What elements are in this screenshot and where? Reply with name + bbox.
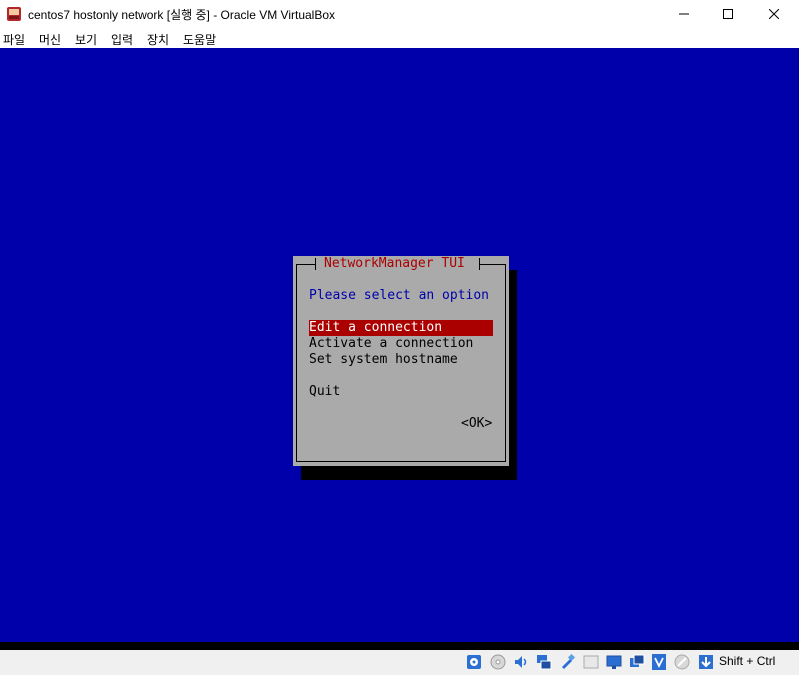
network-icon[interactable] [535,653,553,671]
option-activate-connection[interactable]: Activate a connection [309,336,473,352]
menu-bar: 파일 머신 보기 입력 장치 도움말 [0,28,799,48]
option-edit-connection[interactable]: Edit a connection [309,320,493,336]
display-icon[interactable] [605,653,623,671]
option-set-hostname[interactable]: Set system hostname [309,352,458,368]
nmtui-dialog: NetworkManager TUI Please select an opti… [293,256,509,466]
minimize-icon [679,13,689,15]
audio-icon[interactable] [512,653,530,671]
menu-machine[interactable]: 머신 [39,31,61,48]
close-button[interactable] [751,0,797,28]
option-quit[interactable]: Quit [309,384,340,400]
optical-drive-icon[interactable] [489,653,507,671]
minimize-button[interactable] [661,0,707,28]
window-title: centos7 hostonly network [실행 중] - Oracle… [28,8,336,22]
menu-help[interactable]: 도움말 [183,31,216,48]
dialog-title: NetworkManager TUI [324,256,465,271]
menu-devices[interactable]: 장치 [147,31,169,48]
vm-display-border [0,642,799,650]
maximize-icon [723,9,733,19]
dialog-frame-top-left [296,264,316,265]
window-titlebar: centos7 hostonly network [실행 중] - Oracle… [0,0,799,28]
host-key-label: Shift + Ctrl [719,654,776,668]
dialog-frame-top-right [479,264,506,265]
ok-button[interactable]: <OK> [461,416,492,432]
cpu-virtualization-icon[interactable] [650,653,668,671]
dialog-prompt: Please select an option [309,288,490,303]
maximize-button[interactable] [705,0,751,28]
close-icon [769,9,779,19]
shared-folders-icon[interactable] [582,653,600,671]
menu-input[interactable]: 입력 [111,31,133,48]
dialog-title-bracket-right [479,258,480,270]
status-bar: Shift + Ctrl [0,650,799,675]
menu-file[interactable]: 파일 [3,31,25,48]
virtualbox-icon [7,7,21,21]
menu-view[interactable]: 보기 [75,31,97,48]
mouse-integration-icon[interactable] [673,653,691,671]
recording-icon[interactable] [628,653,646,671]
hard-disk-icon[interactable] [465,653,483,671]
usb-icon[interactable] [558,653,576,671]
dialog-title-bracket-left [315,258,316,270]
keyboard-capture-icon[interactable] [697,653,715,671]
